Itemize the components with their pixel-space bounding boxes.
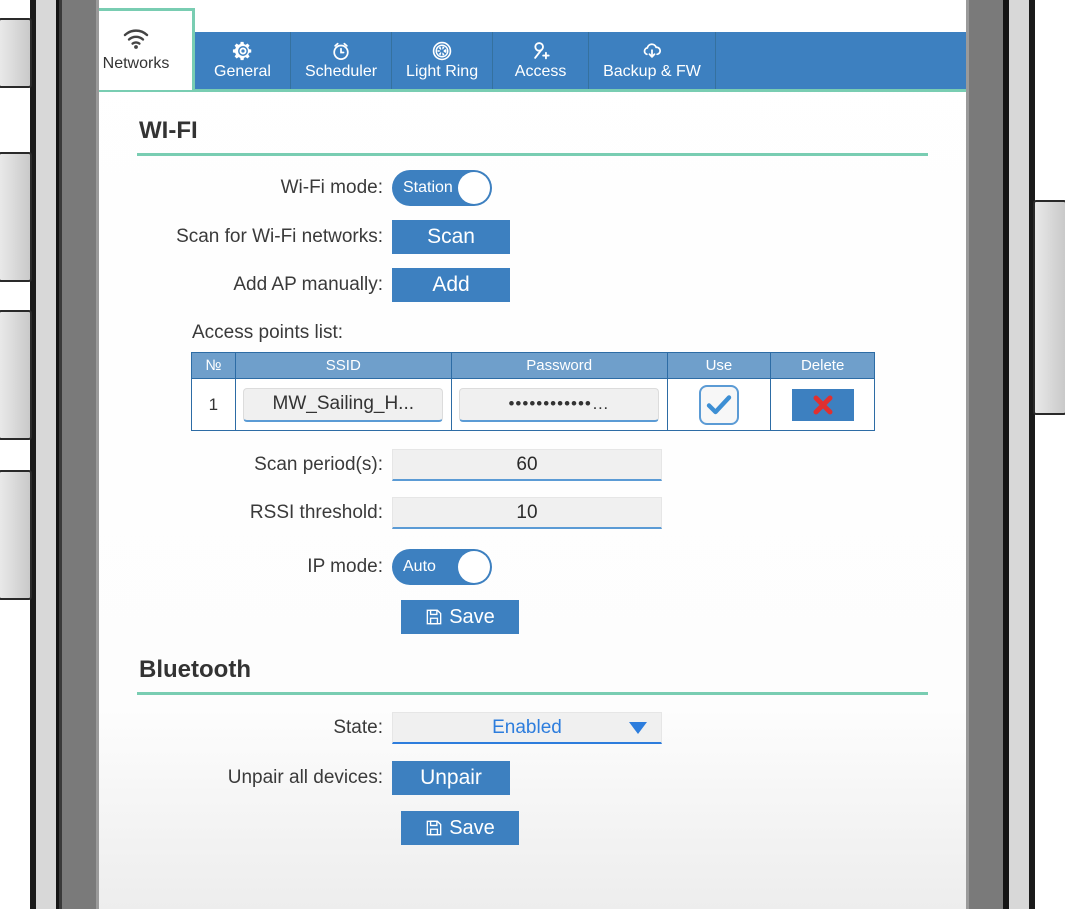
access-points-list-label: Access points list: bbox=[192, 322, 343, 343]
ip-mode-row: IP mode: Auto bbox=[137, 549, 928, 585]
ssid-input[interactable]: MW_Sailing_H... bbox=[243, 387, 444, 422]
rssi-threshold-label: RSSI threshold: bbox=[249, 502, 383, 523]
add-ap-button[interactable]: Add bbox=[392, 268, 510, 302]
table-header-row: № SSID Password Use Delete bbox=[191, 352, 875, 379]
app-page: Networks General Scheduler Light Ring Ac… bbox=[99, 0, 966, 909]
chevron-down-icon bbox=[629, 721, 647, 734]
column-header-no: № bbox=[191, 352, 236, 379]
device-side-button[interactable] bbox=[0, 152, 32, 282]
wifi-save-label: Save bbox=[449, 605, 495, 628]
delete-row-button[interactable] bbox=[791, 388, 854, 421]
cloud-download-icon bbox=[640, 40, 664, 62]
column-header-ssid: SSID bbox=[234, 352, 452, 379]
bluetooth-unpair-row: Unpair all devices: Unpair bbox=[137, 761, 928, 795]
tab-scheduler[interactable]: Scheduler bbox=[291, 32, 393, 89]
scan-period-row: Scan period(s): 60 bbox=[137, 449, 928, 481]
check-icon bbox=[706, 394, 732, 414]
tab-general[interactable]: General bbox=[195, 32, 291, 89]
use-cell bbox=[666, 378, 772, 431]
tab-access[interactable]: Access bbox=[493, 32, 590, 89]
wifi-mode-row: Wi-Fi mode: Station bbox=[137, 170, 928, 206]
save-icon bbox=[425, 819, 443, 837]
tab-label: General bbox=[214, 63, 271, 80]
device-bezel-left bbox=[36, 0, 56, 909]
column-header-use: Use bbox=[666, 352, 772, 379]
tab-networks[interactable]: Networks bbox=[99, 8, 195, 90]
wifi-mode-toggle[interactable]: Station bbox=[392, 170, 492, 206]
wifi-save-button[interactable]: Save bbox=[401, 600, 519, 634]
tab-label: Backup & FW bbox=[603, 63, 701, 80]
bluetooth-section-title: Bluetooth bbox=[139, 656, 251, 683]
bluetooth-state-label: State: bbox=[333, 717, 383, 738]
device-bezel-left bbox=[62, 0, 96, 909]
ip-mode-toggle[interactable]: Auto bbox=[392, 549, 492, 585]
password-cell: ••••••••••••… bbox=[450, 378, 668, 431]
device-side-button[interactable] bbox=[1033, 200, 1065, 415]
device-bezel-right bbox=[1029, 0, 1035, 909]
toggle-knob bbox=[458, 551, 490, 583]
wifi-section-title: WI-FI bbox=[139, 117, 198, 144]
bluetooth-state-select[interactable]: Enabled bbox=[392, 712, 662, 744]
toggle-knob bbox=[458, 172, 490, 204]
wifi-add-ap-row: Add AP manually: Add bbox=[137, 268, 928, 302]
device-screen: Networks General Scheduler Light Ring Ac… bbox=[99, 0, 966, 909]
use-checkbox[interactable] bbox=[698, 384, 739, 425]
wifi-save-row: Save bbox=[137, 600, 928, 634]
row-index: 1 bbox=[191, 378, 236, 431]
column-header-delete: Delete bbox=[770, 352, 875, 379]
gear-icon bbox=[232, 40, 254, 62]
password-input[interactable]: ••••••••••••… bbox=[459, 387, 660, 422]
add-user-icon bbox=[530, 40, 552, 62]
scan-button[interactable]: Scan bbox=[392, 220, 510, 254]
close-icon bbox=[813, 395, 833, 414]
ip-mode-label: IP mode: bbox=[307, 556, 383, 577]
tab-label: Light Ring bbox=[406, 63, 479, 80]
bluetooth-state-value: Enabled bbox=[492, 716, 562, 738]
tab-light-ring[interactable]: Light Ring bbox=[392, 32, 494, 89]
bluetooth-save-button[interactable]: Save bbox=[401, 811, 519, 845]
light-ring-icon bbox=[431, 40, 453, 62]
rssi-threshold-input[interactable]: 10 bbox=[392, 497, 662, 529]
main-tab-bar: Networks General Scheduler Light Ring Ac… bbox=[99, 8, 966, 92]
access-points-table: № SSID Password Use Delete 1 MW_Sailing_… bbox=[191, 352, 875, 431]
bluetooth-save-row: Save bbox=[137, 811, 928, 845]
scan-period-label: Scan period(s): bbox=[254, 454, 383, 475]
tab-label: Access bbox=[514, 63, 567, 80]
wifi-scan-row: Scan for Wi-Fi networks: Scan bbox=[137, 220, 928, 254]
tab-label: Scheduler bbox=[305, 63, 378, 80]
tab-backup-fw[interactable]: Backup & FW bbox=[589, 32, 716, 89]
device-bezel-right bbox=[969, 0, 1003, 909]
settings-content: WI-FI Wi-Fi mode: Station Scan for Wi-Fi… bbox=[99, 95, 966, 845]
device-bezel-left bbox=[59, 0, 62, 909]
rssi-threshold-row: RSSI threshold: 10 bbox=[137, 497, 928, 529]
table-row: 1 MW_Sailing_H... ••••••••••••… bbox=[191, 378, 875, 431]
bluetooth-unpair-label: Unpair all devices: bbox=[227, 767, 383, 788]
bluetooth-save-label: Save bbox=[449, 816, 495, 839]
ssid-cell: MW_Sailing_H... bbox=[234, 378, 452, 431]
wifi-scan-label: Scan for Wi-Fi networks: bbox=[176, 226, 383, 247]
alarm-clock-icon bbox=[330, 40, 352, 62]
save-icon bbox=[425, 608, 443, 626]
device-side-button[interactable] bbox=[0, 310, 32, 440]
tab-label: Networks bbox=[102, 54, 170, 72]
bluetooth-state-row: State: Enabled bbox=[137, 712, 928, 744]
section-divider bbox=[137, 692, 928, 695]
unpair-button[interactable]: Unpair bbox=[392, 761, 510, 795]
tab-bar-filler bbox=[716, 32, 966, 89]
ip-mode-value: Auto bbox=[403, 558, 436, 575]
wifi-icon bbox=[123, 28, 149, 53]
section-divider bbox=[137, 153, 928, 156]
column-header-password: Password bbox=[450, 352, 668, 379]
device-side-button[interactable] bbox=[0, 18, 32, 88]
wifi-mode-value: Station bbox=[403, 179, 453, 196]
device-bezel-right bbox=[1009, 0, 1029, 909]
device-side-button[interactable] bbox=[0, 470, 32, 600]
wifi-mode-label: Wi-Fi mode: bbox=[280, 177, 383, 198]
scan-period-input[interactable]: 60 bbox=[392, 449, 662, 481]
wifi-add-ap-label: Add AP manually: bbox=[233, 274, 383, 295]
delete-cell bbox=[770, 378, 875, 431]
device-mockup: Networks General Scheduler Light Ring Ac… bbox=[0, 0, 1065, 909]
device-bezel-right bbox=[966, 0, 969, 909]
